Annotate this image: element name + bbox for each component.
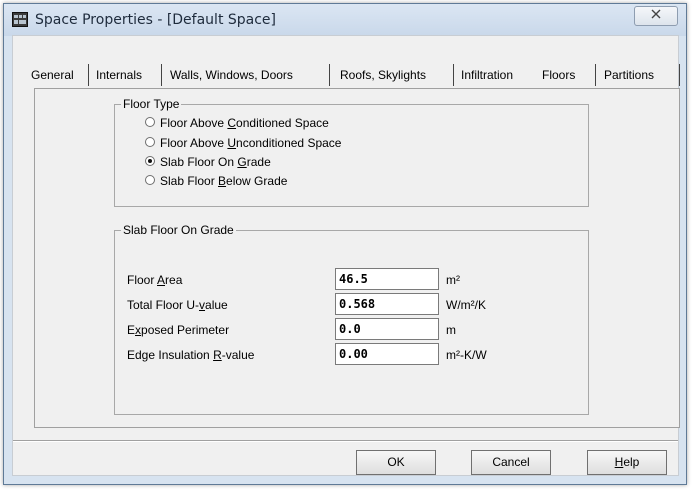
tab-strip: General Internals Walls, Windows, Doors … [13,36,680,92]
u-value-input[interactable]: 0.568 [335,293,439,315]
tab-roofs-skylights[interactable]: Roofs, Skylights [336,63,430,87]
radio-label: Slab Floor On Grade [160,155,271,169]
close-button[interactable] [634,6,678,26]
radio-button[interactable] [145,175,155,185]
tab-partitions[interactable]: Partitions [600,63,658,87]
edge-insulation-label: Edge Insulation R-value [127,348,255,362]
floor-area-input[interactable]: 46.5 [335,268,439,290]
tab-walls-windows-doors[interactable]: Walls, Windows, Doors [166,63,297,87]
dialog-client-area: General Internals Walls, Windows, Doors … [12,35,680,476]
tab-divider [161,64,162,86]
space-properties-window: Space Properties - [Default Space] Gener… [3,3,687,485]
help-button[interactable]: Help [587,450,667,475]
tab-internals[interactable]: Internals [92,63,146,87]
floor-type-group: Floor Type Floor Above Conditioned Space… [114,97,589,207]
tab-general[interactable]: General [27,63,78,87]
exposed-perimeter-unit: m [446,323,456,337]
tab-divider [595,64,596,86]
slab-floor-group: Slab Floor On Grade Floor Area 46.5 m² T… [114,223,589,415]
floor-area-unit: m² [446,273,460,287]
title-bar[interactable]: Space Properties - [Default Space] [4,4,686,36]
tab-floors[interactable]: Floors [538,63,579,87]
tab-divider [679,64,680,86]
exposed-perimeter-input[interactable]: 0.0 [335,318,439,340]
app-icon [12,12,28,27]
footer-divider [13,440,678,442]
ok-button[interactable]: OK [356,450,436,475]
radio-button[interactable] [145,137,155,147]
u-value-unit: W/m²/K [446,298,486,312]
radio-button[interactable] [145,117,155,127]
tab-divider [329,64,330,86]
radio-button[interactable] [145,156,155,166]
window-title: Space Properties - [Default Space] [35,12,277,28]
radio-label: Floor Above Conditioned Space [160,116,329,130]
radio-label: Slab Floor Below Grade [160,174,288,188]
close-icon [651,9,661,22]
radio-label: Floor Above Unconditioned Space [160,136,342,150]
cancel-button[interactable]: Cancel [471,450,551,475]
floors-tab-panel: Floor Type Floor Above Conditioned Space… [34,88,680,428]
u-value-label: Total Floor U-value [127,298,228,312]
tab-infiltration[interactable]: Infiltration [457,63,517,87]
exposed-perimeter-label: Exposed Perimeter [127,323,230,337]
edge-insulation-unit: m²-K/W [446,348,487,362]
tab-divider [88,64,89,86]
floor-type-title: Floor Type [121,97,182,111]
edge-insulation-input[interactable]: 0.00 [335,343,439,365]
floor-area-label: Floor Area [127,273,183,287]
slab-floor-title: Slab Floor On Grade [121,223,236,237]
tab-divider [453,64,454,86]
